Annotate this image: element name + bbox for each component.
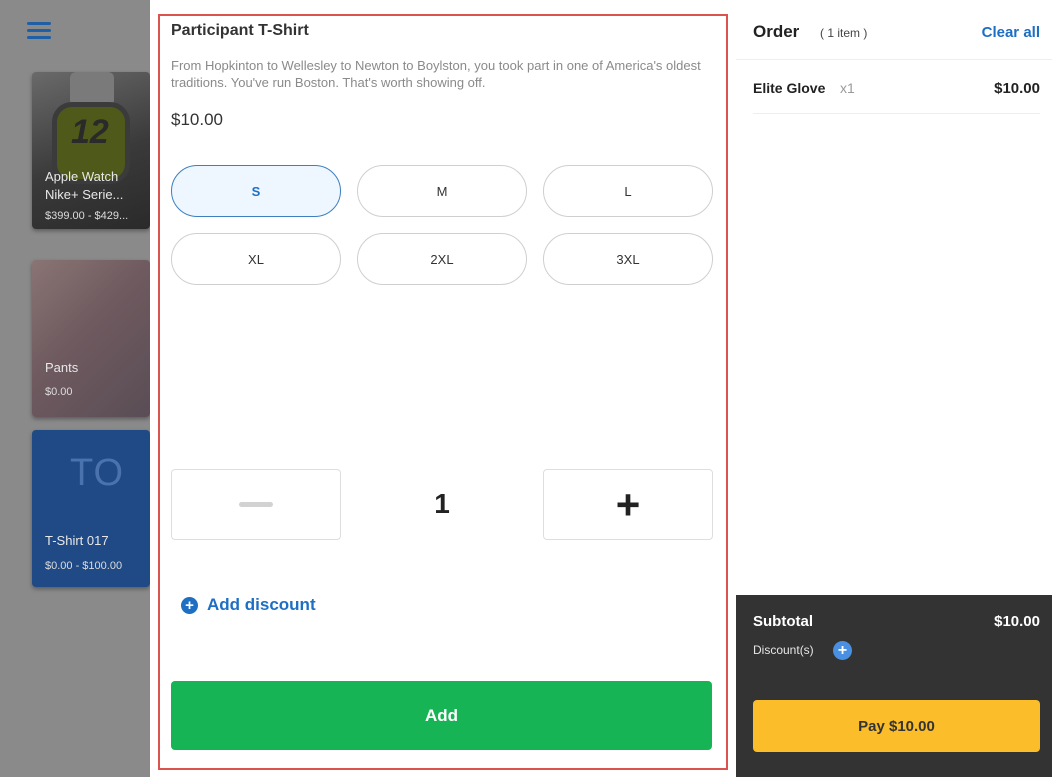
subtotal-value: $10.00 (994, 613, 1040, 630)
product-grid: 12 Apple Watch Nike+ Serie... $399.00 - … (0, 0, 150, 777)
order-panel: Order ( 1 item ) Clear all Elite Glove x… (736, 0, 1052, 777)
order-header: Order ( 1 item ) Clear all (736, 0, 1052, 60)
size-option-2xl[interactable]: 2XL (357, 233, 527, 285)
subtotal-label: Subtotal (753, 613, 813, 630)
add-discount-link[interactable]: + Add discount (181, 595, 316, 615)
size-option-s[interactable]: S (171, 165, 341, 217)
plus-icon: + (615, 480, 641, 528)
discounts-label: Discount(s) (753, 643, 814, 657)
quantity-decrement-button[interactable] (171, 469, 341, 540)
product-price: $399.00 - $429... (45, 210, 129, 222)
plus-circle-icon: + (181, 596, 198, 614)
product-initials: TO (70, 452, 125, 494)
clear-all-button[interactable]: Clear all (982, 24, 1040, 41)
product-name: Pants (45, 360, 79, 375)
product-card-pants[interactable]: Pants $0.00 (32, 260, 150, 417)
line-item-name: Elite Glove (753, 80, 826, 96)
order-item-count: ( 1 item ) (820, 26, 868, 40)
menu-icon[interactable] (27, 22, 51, 40)
product-price: $0.00 (45, 386, 73, 398)
quantity-increment-button[interactable]: + (543, 469, 713, 540)
product-card-tshirt[interactable]: TO T-Shirt 017 $0.00 - $100.00 (32, 430, 150, 587)
size-option-m[interactable]: M (357, 165, 527, 217)
quantity-value: 1 (434, 488, 450, 519)
product-detail-panel: Participant T-Shirt From Hopkinton to We… (150, 0, 736, 777)
size-option-xl[interactable]: XL (171, 233, 341, 285)
product-title: Participant T-Shirt (171, 22, 309, 39)
product-price: $10.00 (171, 110, 223, 129)
line-item-qty: x1 (840, 80, 855, 96)
product-price: $0.00 - $100.00 (45, 560, 123, 572)
product-description: From Hopkinton to Wellesley to Newton to… (171, 58, 701, 90)
order-summary: Subtotal $10.00 Discount(s) + Pay $10.00 (736, 595, 1052, 777)
size-option-3xl[interactable]: 3XL (543, 233, 713, 285)
product-name: T-Shirt 017 (45, 533, 109, 548)
minus-icon (239, 502, 273, 507)
size-option-l[interactable]: L (543, 165, 713, 217)
watch-band-image (70, 72, 114, 106)
product-card-apple-watch[interactable]: 12 Apple Watch Nike+ Serie... $399.00 - … (32, 72, 150, 229)
order-line-item[interactable]: Elite Glove x1 $10.00 (753, 60, 1040, 114)
order-title: Order (753, 22, 800, 41)
product-name: Apple Watch Nike+ Serie... (45, 169, 124, 202)
add-discount-icon[interactable]: + (833, 641, 852, 660)
add-discount-label: Add discount (207, 595, 316, 614)
add-to-order-button[interactable]: Add (171, 681, 712, 750)
line-item-price: $10.00 (994, 80, 1040, 97)
highlight-frame (158, 14, 728, 770)
pay-button[interactable]: Pay $10.00 (753, 700, 1040, 752)
